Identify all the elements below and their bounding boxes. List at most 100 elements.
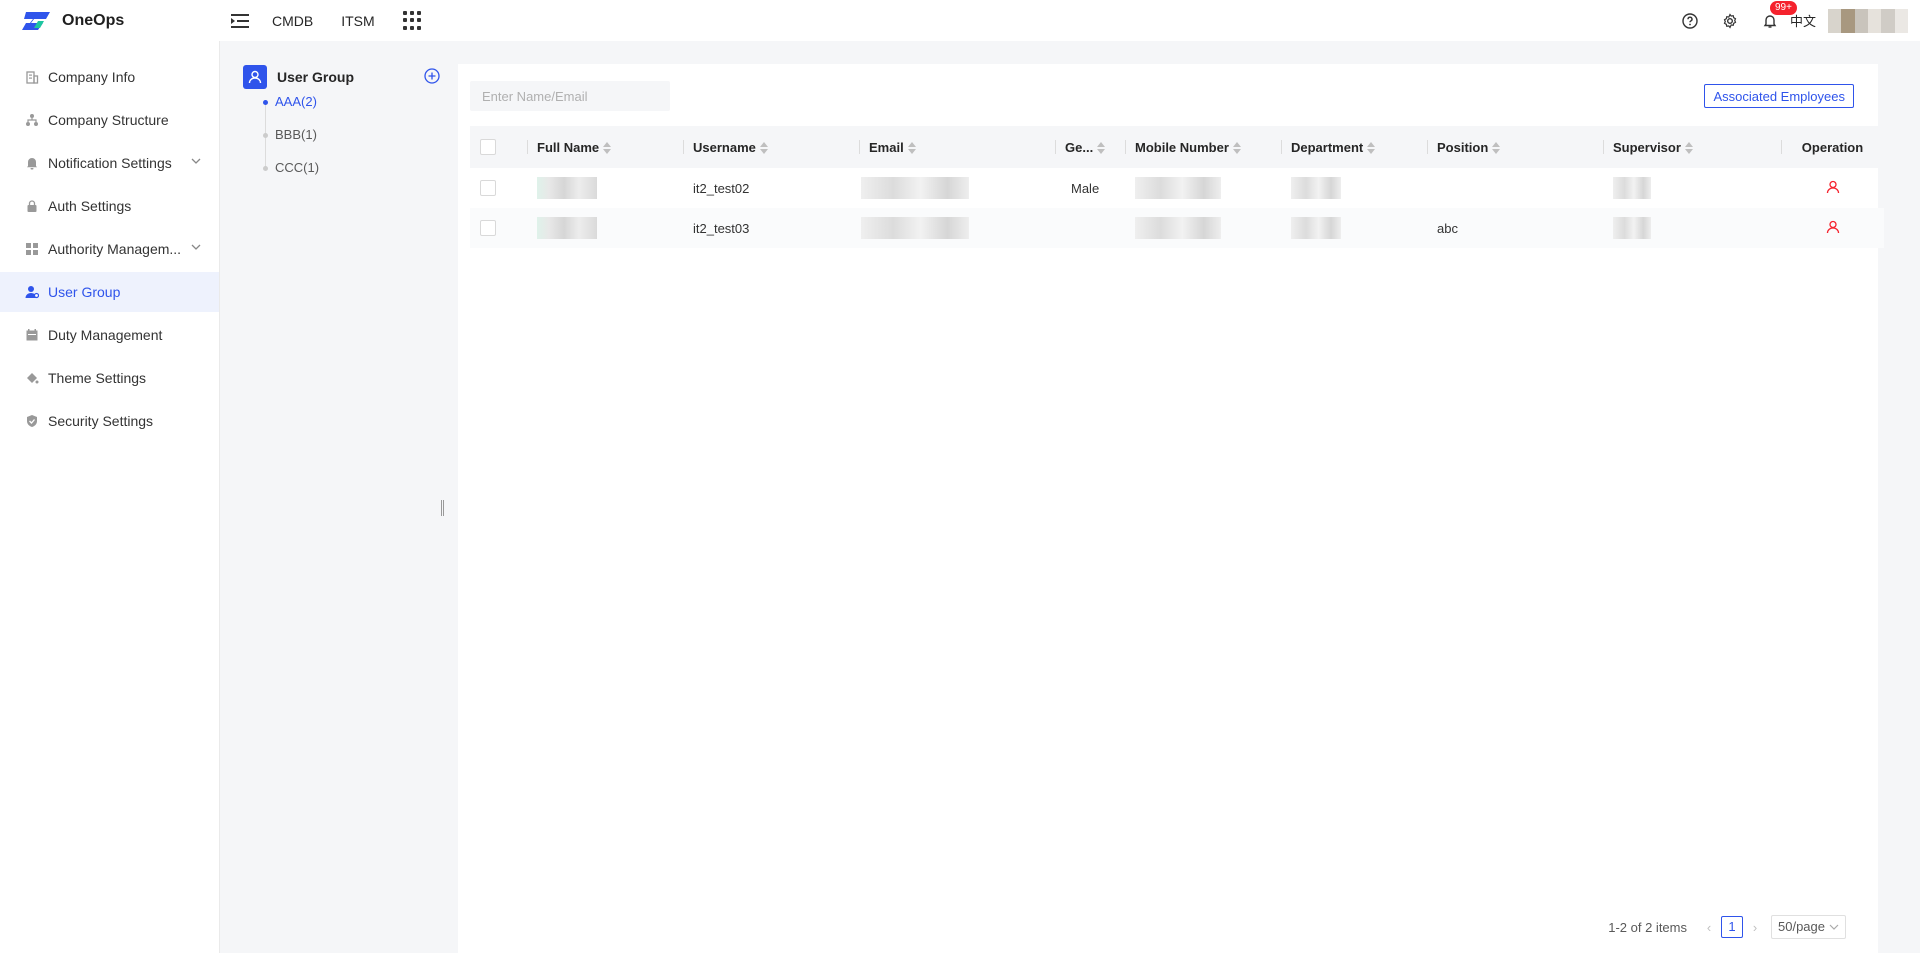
- position-cell: [1427, 168, 1603, 208]
- sort-icon[interactable]: [759, 142, 768, 155]
- sidebar-item-label: Authority Managem...: [48, 241, 182, 257]
- search-input[interactable]: [482, 88, 658, 104]
- col-mobile-number[interactable]: Mobile Number: [1125, 126, 1281, 168]
- group-tree: AAA(2) BBB(1) CCC(1): [263, 91, 448, 190]
- page-number[interactable]: 1: [1721, 916, 1743, 938]
- remove-user-icon[interactable]: [1826, 220, 1840, 234]
- calendar-icon: [24, 327, 40, 343]
- user-group-panel: User Group AAA(2) BBB(1) CCC(1): [221, 41, 448, 953]
- search-box: [470, 81, 670, 111]
- sort-icon[interactable]: [1097, 142, 1106, 155]
- sidebar-item-label: Company Structure: [48, 112, 169, 128]
- row-select-cell: [470, 168, 527, 208]
- app-name: OneOps: [62, 11, 125, 29]
- nav-cmdb[interactable]: CMDB: [272, 13, 313, 29]
- sort-icon[interactable]: [1232, 142, 1241, 155]
- sort-icon[interactable]: [1684, 142, 1693, 155]
- grid-apps-icon: [24, 241, 40, 257]
- gender-cell: Male: [1071, 180, 1100, 196]
- column-label: Operation: [1801, 139, 1864, 155]
- help-icon[interactable]: [1680, 11, 1700, 31]
- sort-icon[interactable]: [1492, 142, 1501, 155]
- col-username[interactable]: Username: [683, 126, 859, 168]
- column-label: Supervisor: [1613, 139, 1681, 155]
- app-grid-icon[interactable]: [402, 10, 423, 31]
- sidebar-item-company-structure[interactable]: Company Structure: [0, 100, 219, 140]
- mobile-cell: [1125, 168, 1281, 208]
- sidebar-item-duty-management[interactable]: Duty Management: [0, 315, 219, 355]
- pagination: 1-2 of 2 items ‹ 1 › 50/page: [1608, 915, 1846, 939]
- prev-page-icon[interactable]: ‹: [1699, 920, 1719, 935]
- remove-user-icon[interactable]: [1826, 180, 1840, 194]
- column-label: Email: [869, 139, 904, 155]
- group-node-ccc[interactable]: CCC(1): [263, 157, 448, 190]
- top-nav: CMDB ITSM: [272, 10, 423, 31]
- table-row[interactable]: it2_test03 abc: [470, 208, 1884, 248]
- redacted-mobile: [1135, 217, 1221, 239]
- associated-employees-button[interactable]: Associated Employees: [1704, 84, 1854, 108]
- sidebar: Company Info Company Structure Notificat…: [0, 41, 220, 953]
- redacted-full-name: [537, 217, 597, 239]
- paint-bucket-icon: [24, 370, 40, 386]
- col-supervisor[interactable]: Supervisor: [1603, 126, 1781, 168]
- col-position[interactable]: Position: [1427, 126, 1603, 168]
- mobile-cell: [1125, 208, 1281, 248]
- sort-icon[interactable]: [1367, 142, 1376, 155]
- panel-resize-handle[interactable]: [441, 500, 444, 516]
- logo[interactable]: OneOps: [0, 10, 220, 32]
- column-label: Department: [1291, 139, 1364, 155]
- sort-icon[interactable]: [603, 142, 612, 155]
- next-page-icon[interactable]: ›: [1745, 920, 1765, 935]
- sidebar-item-authority-management[interactable]: Authority Managem...: [0, 229, 219, 269]
- group-node-bbb[interactable]: BBB(1): [263, 124, 448, 157]
- tree-dot: [263, 166, 268, 171]
- sidebar-item-notification-settings[interactable]: Notification Settings: [0, 143, 219, 183]
- sidebar-item-security-settings[interactable]: Security Settings: [0, 401, 219, 441]
- row-checkbox[interactable]: [480, 220, 496, 237]
- row-checkbox[interactable]: [480, 180, 496, 197]
- select-all-checkbox[interactable]: [480, 139, 496, 156]
- group-panel-title: User Group: [277, 69, 355, 85]
- gear-icon[interactable]: [1720, 11, 1740, 31]
- col-email[interactable]: Email: [859, 126, 1055, 168]
- chevron-down-icon[interactable]: [191, 156, 201, 166]
- username-cell: it2_test03: [693, 220, 750, 236]
- top-header: OneOps CMDB ITSM 99+ 中文: [0, 0, 1920, 41]
- redacted-department: [1291, 177, 1341, 199]
- avatar[interactable]: [1828, 8, 1908, 33]
- col-department[interactable]: Department: [1281, 126, 1427, 168]
- chevron-down-icon[interactable]: [191, 242, 201, 252]
- user-group-icon: [24, 284, 40, 300]
- sidebar-item-label: User Group: [48, 284, 121, 300]
- oneops-logo-icon: [22, 11, 50, 30]
- sidebar-item-user-group[interactable]: User Group: [0, 272, 219, 312]
- email-cell: [859, 168, 1055, 208]
- table-header-row: Full Name Username Email Ge... Mobile Nu…: [470, 126, 1884, 168]
- building-icon: [24, 69, 40, 85]
- group-node-aaa[interactable]: AAA(2): [263, 91, 448, 124]
- position-cell: abc: [1437, 220, 1458, 236]
- table-row[interactable]: it2_test02 Male: [470, 168, 1884, 208]
- sort-icon[interactable]: [907, 142, 916, 155]
- org-chart-icon: [24, 112, 40, 128]
- add-group-icon[interactable]: [423, 67, 441, 85]
- col-gender[interactable]: Ge...: [1055, 126, 1125, 168]
- collapse-menu-icon[interactable]: [228, 9, 252, 33]
- bell-icon[interactable]: 99+: [1760, 0, 1797, 31]
- language-switch[interactable]: 中文: [1790, 11, 1816, 30]
- column-label: Mobile Number: [1135, 139, 1229, 155]
- bell-icon: [24, 155, 40, 171]
- column-label: Username: [693, 139, 756, 155]
- sidebar-item-auth-settings[interactable]: Auth Settings: [0, 186, 219, 226]
- row-select-cell: [470, 208, 527, 248]
- sidebar-item-company-info[interactable]: Company Info: [0, 57, 219, 97]
- column-label: Full Name: [537, 139, 600, 155]
- nav-itsm[interactable]: ITSM: [341, 13, 374, 29]
- sidebar-item-theme-settings[interactable]: Theme Settings: [0, 358, 219, 398]
- department-cell: [1281, 208, 1427, 248]
- col-full-name[interactable]: Full Name: [527, 126, 683, 168]
- user-icon: [243, 65, 267, 89]
- page-size-select[interactable]: 50/page: [1771, 915, 1846, 939]
- full-name-cell: [527, 208, 683, 248]
- email-cell: [859, 208, 1055, 248]
